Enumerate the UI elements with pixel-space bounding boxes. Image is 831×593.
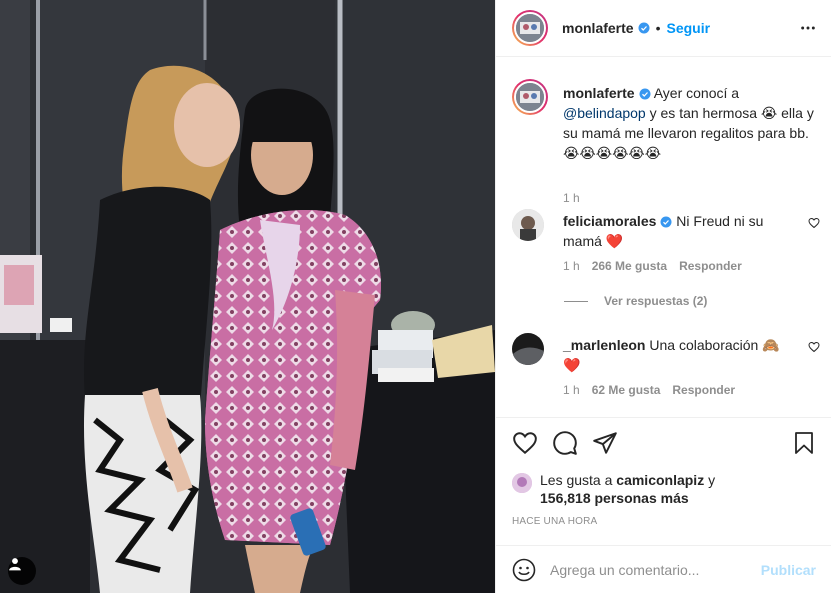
commenter-username[interactable]: _marlenleon xyxy=(563,337,645,353)
likes-prefix: Les gusta a xyxy=(540,472,617,488)
comment-input[interactable] xyxy=(550,561,761,578)
like-comment-heart-icon[interactable] xyxy=(808,341,820,353)
comment-likes-count[interactable]: 62 Me gusta xyxy=(592,383,661,397)
verified-badge-icon xyxy=(638,22,650,34)
add-comment-bar: Publicar xyxy=(496,545,831,593)
liker-avatar[interactable] xyxy=(512,473,532,493)
commenter-avatar[interactable] xyxy=(512,333,544,365)
comment-meta: 1 h 266 Me gusta Responder xyxy=(563,259,742,273)
separator-dot: • xyxy=(655,20,661,36)
author-username[interactable]: monlaferte xyxy=(562,20,634,36)
tagged-users-button[interactable] xyxy=(8,557,36,585)
avatar-image xyxy=(516,14,544,42)
publish-button[interactable]: Publicar xyxy=(761,562,816,578)
avatar-image xyxy=(512,333,544,365)
replies-divider xyxy=(564,300,588,302)
follow-button[interactable]: Seguir xyxy=(666,20,710,36)
like-comment-heart-icon[interactable] xyxy=(808,217,820,229)
likes-mid: y xyxy=(704,472,716,488)
comment-likes-count[interactable]: 266 Me gusta xyxy=(592,259,667,273)
caption-time[interactable]: 1 h xyxy=(563,191,580,205)
share-send-icon[interactable] xyxy=(592,430,618,456)
photo-illustration xyxy=(0,0,495,593)
view-replies-label: Ver respuestas (2) xyxy=(604,294,708,308)
likes-text: Les gusta a camiconlapiz y 156,818 perso… xyxy=(540,471,715,507)
comment-text: feliciamorales Ni Freud ni su mamá ❤️ xyxy=(563,211,793,251)
save-bookmark-icon[interactable] xyxy=(792,430,816,456)
comment-time[interactable]: 1 h xyxy=(563,383,580,397)
likes-count[interactable]: 156,818 personas más xyxy=(540,490,689,506)
commenter-avatar[interactable] xyxy=(512,209,544,241)
avatar-image xyxy=(512,473,532,493)
avatar-image xyxy=(516,83,544,111)
comment-meta: 1 h 62 Me gusta Responder xyxy=(563,383,735,397)
avatar-image xyxy=(512,209,544,241)
post-side-panel: monlaferte • Seguir monlaferte Ayer cono… xyxy=(495,0,831,593)
reply-button[interactable]: Responder xyxy=(679,259,742,273)
likes-summary: Les gusta a camiconlapiz y 156,818 perso… xyxy=(512,471,715,507)
reply-button[interactable]: Responder xyxy=(672,383,735,397)
caption-text: monlaferte Ayer conocí a @belindapop y e… xyxy=(563,83,819,163)
caption-text-before: Ayer conocí a xyxy=(650,85,740,101)
verified-badge-icon xyxy=(639,88,651,100)
comment-text: _marlenleon Una colaboración 🙈 ❤️ xyxy=(563,335,793,375)
comment-bubble-icon[interactable] xyxy=(552,430,578,456)
liker-username[interactable]: camiconlapiz xyxy=(616,472,704,488)
emoji-icon[interactable] xyxy=(512,558,536,582)
view-replies-button[interactable]: Ver respuestas (2) xyxy=(564,294,707,308)
user-icon xyxy=(9,558,21,571)
post-photo[interactable] xyxy=(0,0,495,593)
author-avatar[interactable] xyxy=(512,10,548,46)
post-header: monlaferte • Seguir xyxy=(496,0,831,57)
like-heart-icon[interactable] xyxy=(512,430,538,456)
comments-list[interactable]: monlaferte Ayer conocí a @belindapop y e… xyxy=(496,57,831,417)
caption-avatar[interactable] xyxy=(512,79,548,115)
more-options-icon[interactable] xyxy=(800,20,816,36)
post-actions: Les gusta a camiconlapiz y 156,818 perso… xyxy=(496,417,831,545)
commenter-username[interactable]: feliciamorales xyxy=(563,213,656,229)
comment-time[interactable]: 1 h xyxy=(563,259,580,273)
verified-badge-icon xyxy=(660,216,672,228)
caption-mention-link[interactable]: @belindapop xyxy=(563,105,646,121)
caption-username[interactable]: monlaferte xyxy=(563,85,635,101)
post-timestamp[interactable]: Hace una hora xyxy=(512,516,597,527)
